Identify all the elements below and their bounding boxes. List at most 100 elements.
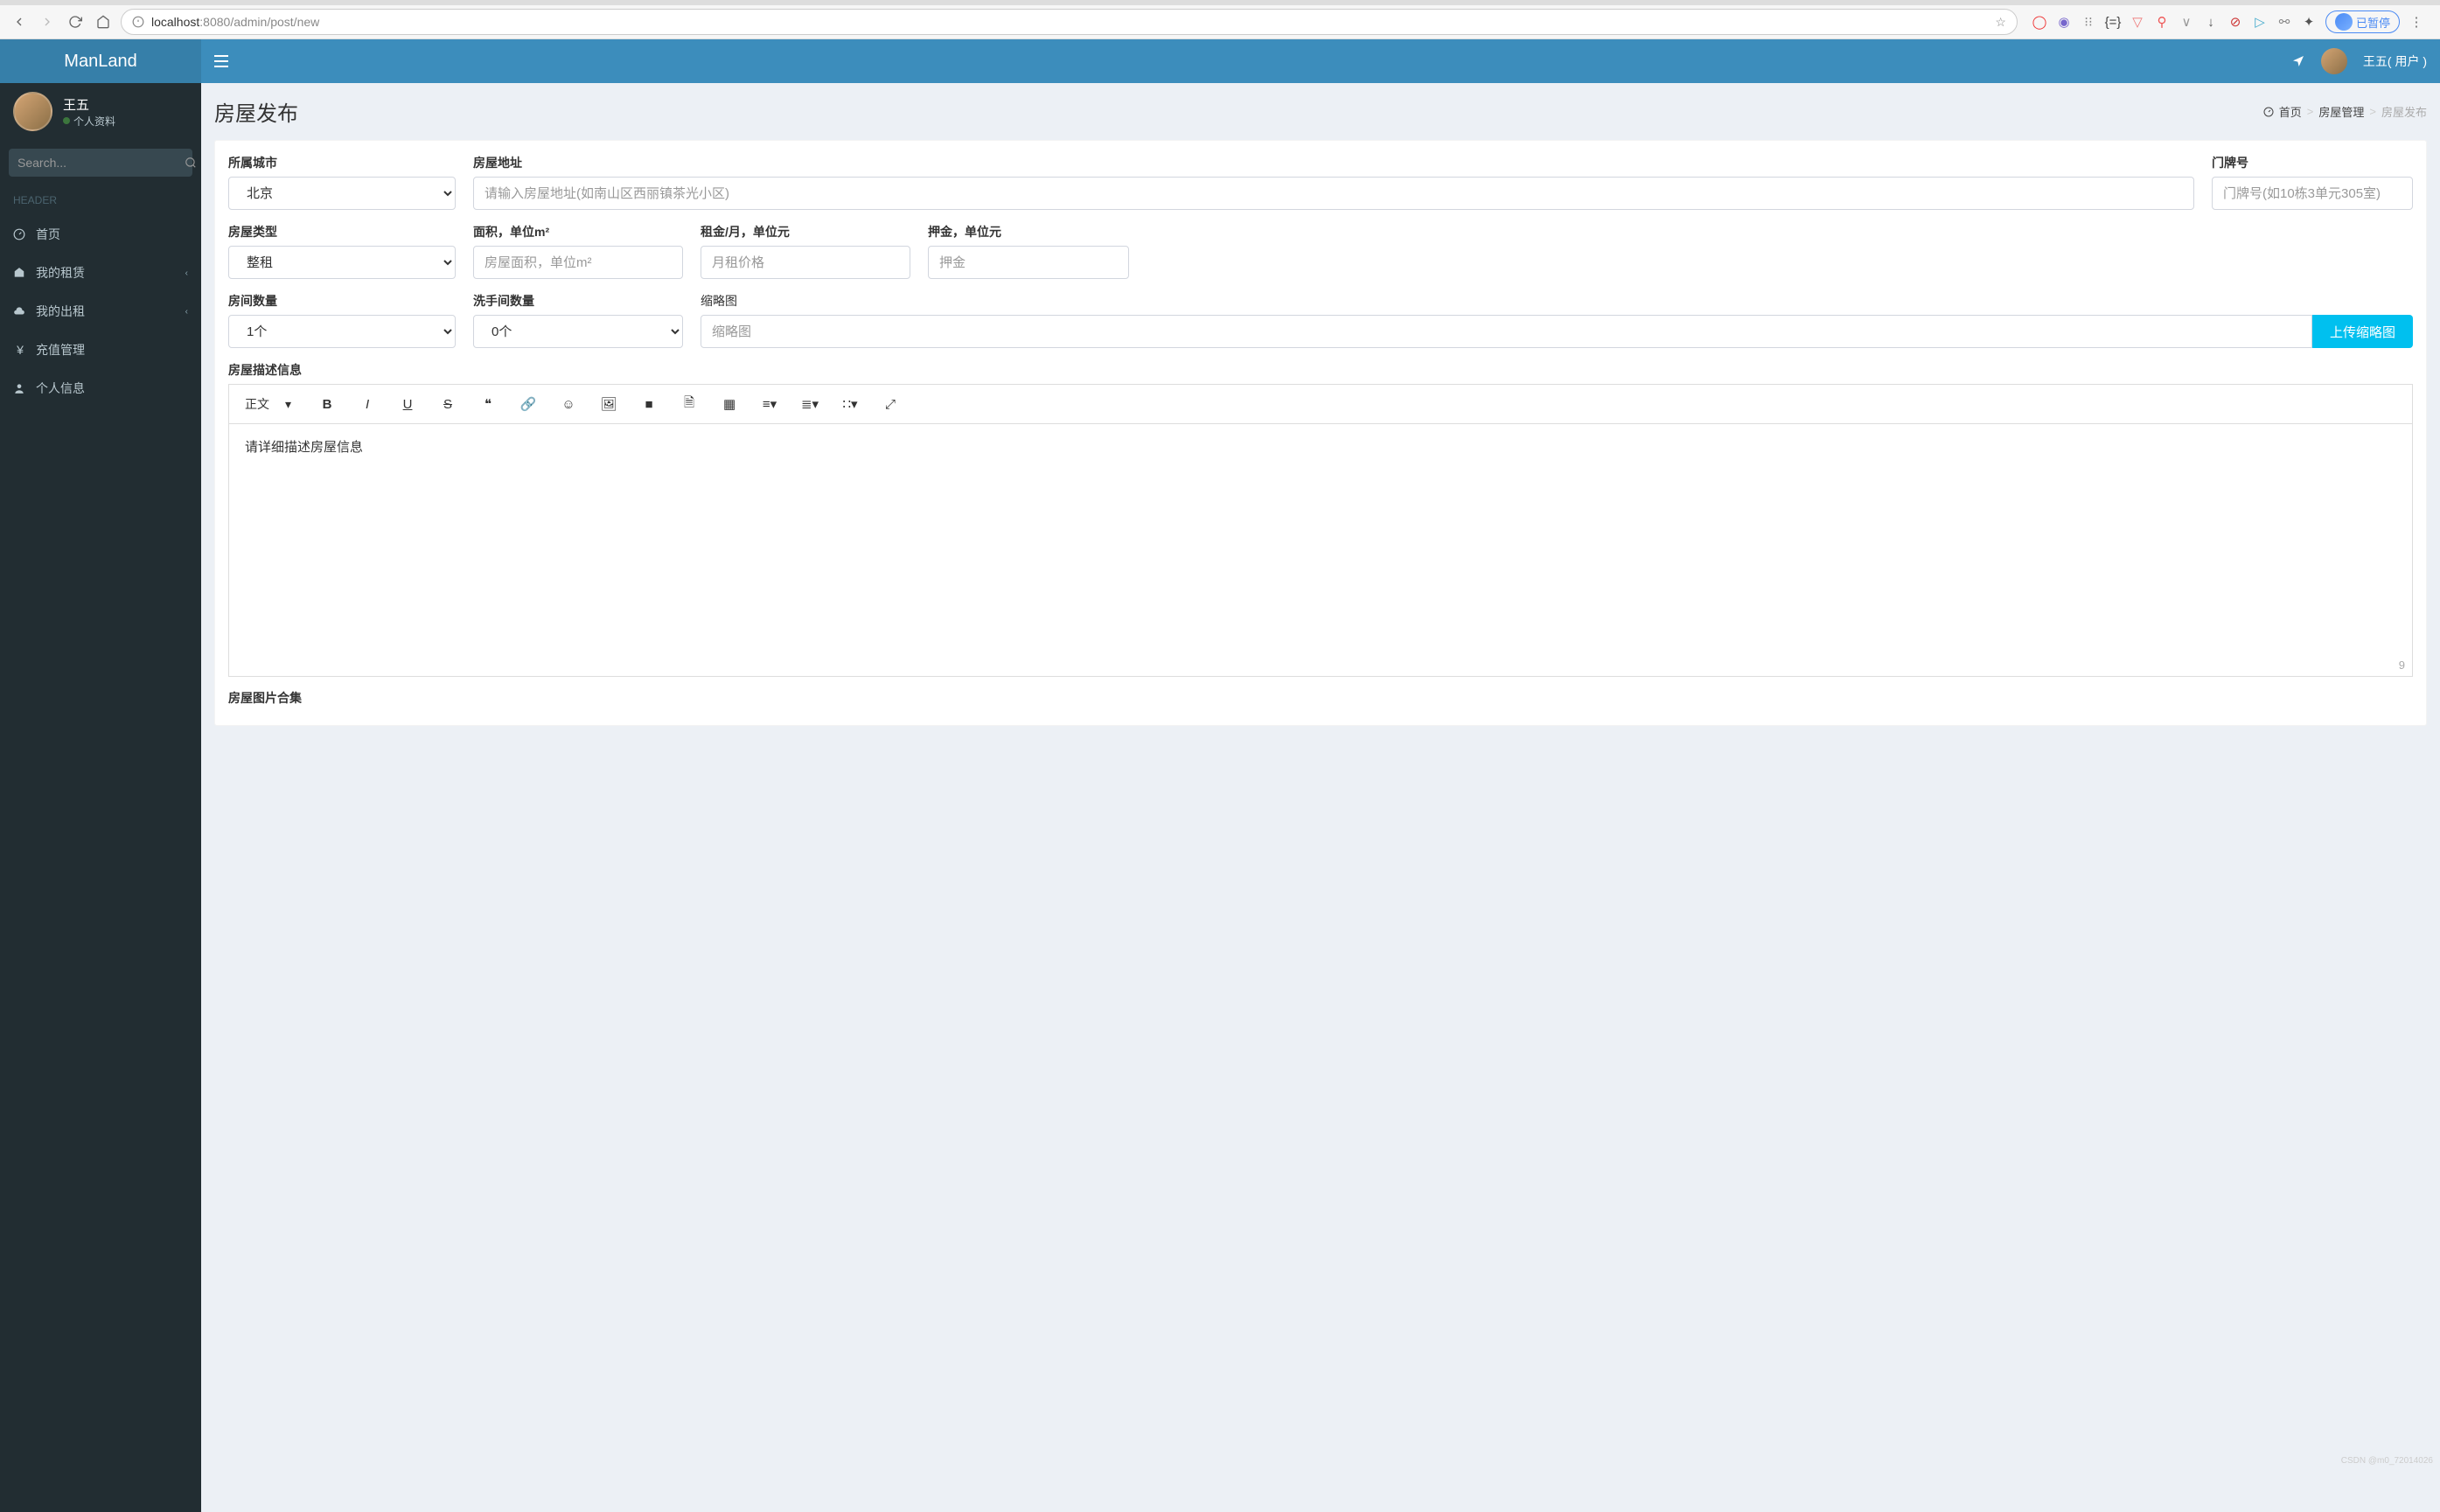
search-form	[9, 149, 192, 177]
ext-play-icon[interactable]: ▷	[2252, 14, 2268, 30]
ext-download-icon[interactable]: ↓	[2203, 14, 2219, 30]
input-rent[interactable]	[701, 246, 910, 279]
input-thumb[interactable]	[701, 315, 2312, 348]
breadcrumb: 首页 > 房屋管理 > 房屋发布	[2263, 103, 2427, 120]
sidebar-item-label: 个人信息	[36, 380, 85, 397]
home-button[interactable]	[93, 11, 114, 32]
back-button[interactable]	[9, 11, 30, 32]
table-icon[interactable]: ▦	[718, 393, 741, 415]
ext-link-icon[interactable]: ⚯	[2276, 14, 2292, 30]
ext-flash-icon[interactable]: ⊘	[2227, 14, 2243, 30]
user-icon	[13, 382, 27, 394]
select-city[interactable]: 北京	[228, 177, 456, 210]
breadcrumb-sep: >	[2369, 105, 2376, 118]
profile-avatar-icon	[2335, 13, 2353, 31]
sidebar-item-my-lease[interactable]: 我的出租 ‹	[0, 292, 201, 331]
link-icon[interactable]: 🔗	[517, 393, 540, 415]
italic-icon[interactable]: I	[356, 393, 379, 415]
video-icon[interactable]: ■	[638, 393, 660, 415]
form-box: 所属城市 北京 房屋地址 门牌号 房屋类型	[214, 140, 2427, 726]
header-avatar[interactable]	[2321, 48, 2347, 74]
ext-shield-icon[interactable]: ▽	[2130, 14, 2145, 30]
content-header: 房屋发布 首页 > 房屋管理 > 房屋发布	[201, 83, 2440, 127]
url-port: :8080	[199, 15, 230, 29]
label-city: 所属城市	[228, 154, 456, 171]
brand-text: ManLand	[64, 52, 136, 72]
content-wrapper: 房屋发布 首页 > 房屋管理 > 房屋发布 所属城市 北京 房屋	[201, 83, 2440, 1512]
breadcrumb-mid[interactable]: 房屋管理	[2318, 103, 2364, 120]
ext-dots-icon[interactable]: ⁝⁝	[2081, 14, 2096, 30]
sidebar-item-home[interactable]: 首页	[0, 215, 201, 254]
quote-icon[interactable]: ❝	[477, 393, 499, 415]
file-icon[interactable]: 🗎	[678, 393, 701, 415]
select-type[interactable]: 整租	[228, 246, 456, 279]
sidebar: 王五 个人资料 HEADER 首页 我的租赁 ‹	[0, 83, 201, 1512]
ext-v-icon[interactable]: ∨	[2179, 14, 2194, 30]
label-address: 房屋地址	[473, 154, 2194, 171]
logo[interactable]: ManLand	[0, 39, 201, 83]
sidebar-item-label: 首页	[36, 226, 60, 243]
status-dot-icon	[63, 117, 70, 124]
label-desc: 房屋描述信息	[228, 361, 2413, 379]
ext-puzzle-icon[interactable]: ✦	[2301, 14, 2317, 30]
watermark: CSDN @m0_72014026	[2341, 1456, 2433, 1466]
search-button[interactable]	[185, 149, 197, 177]
pause-label: 已暂停	[2356, 14, 2390, 31]
ext-braces-icon[interactable]: {=}	[2105, 14, 2121, 30]
input-door[interactable]	[2212, 177, 2413, 210]
address-bar[interactable]: localhost:8080/admin/post/new ☆	[121, 9, 2018, 35]
fullscreen-icon[interactable]: ⤢	[879, 393, 902, 415]
star-icon[interactable]: ☆	[1995, 15, 2006, 30]
ext-adblock-icon[interactable]: ◯	[2032, 14, 2047, 30]
user-status[interactable]: 个人资料	[63, 114, 115, 129]
style-select[interactable]: 正文 ▾	[238, 392, 298, 416]
sidebar-item-recharge[interactable]: ¥ 充值管理	[0, 331, 201, 369]
forward-button[interactable]	[37, 11, 58, 32]
ext-bug-icon[interactable]: ⚲	[2154, 14, 2170, 30]
list-bullet-icon[interactable]: ∷▾	[839, 393, 861, 415]
breadcrumb-home[interactable]: 首页	[2279, 103, 2302, 120]
dashboard-icon	[2263, 107, 2274, 117]
menu-icon[interactable]: ⋮	[2409, 14, 2424, 30]
field-city: 所属城市 北京	[228, 154, 456, 210]
bold-icon[interactable]: B	[316, 393, 338, 415]
url-path: /admin/post/new	[230, 15, 319, 29]
align-icon[interactable]: ≡▾	[758, 393, 781, 415]
extension-icons: ◯ ◉ ⁝⁝ {=} ▽ ⚲ ∨ ↓ ⊘ ▷ ⚯ ✦ 已暂停 ⋮	[2025, 10, 2431, 33]
browser-chrome: localhost:8080/admin/post/new ☆ ◯ ◉ ⁝⁝ {…	[0, 0, 2440, 39]
chevron-left-icon: ‹	[185, 268, 188, 278]
input-area[interactable]	[473, 246, 683, 279]
location-icon[interactable]	[2291, 54, 2305, 68]
emoji-icon[interactable]: ☺	[557, 393, 580, 415]
sidebar-item-my-rent[interactable]: 我的租赁 ‹	[0, 254, 201, 292]
reload-button[interactable]	[65, 11, 86, 32]
search-input[interactable]	[9, 149, 185, 177]
hamburger-icon[interactable]	[214, 55, 230, 67]
upload-thumb-button[interactable]: 上传缩略图	[2312, 315, 2413, 348]
pause-badge[interactable]: 已暂停	[2325, 10, 2400, 33]
sidebar-item-label: 充值管理	[36, 341, 85, 359]
label-rent: 租金/月，单位元	[701, 223, 910, 240]
chevron-down-icon: ▾	[285, 397, 291, 412]
image-icon[interactable]: 🖼	[597, 393, 620, 415]
input-deposit[interactable]	[928, 246, 1129, 279]
underline-icon[interactable]: U	[396, 393, 419, 415]
yen-icon: ¥	[13, 343, 27, 357]
header-user-label[interactable]: 王五( 用户 )	[2363, 52, 2427, 70]
editor-body[interactable]: 请详细描述房屋信息 9	[228, 423, 2413, 677]
chevron-left-icon: ‹	[185, 307, 188, 317]
select-baths[interactable]: 0个	[473, 315, 683, 348]
label-baths: 洗手间数量	[473, 292, 683, 310]
strike-icon[interactable]: S	[436, 393, 459, 415]
ext-purple-icon[interactable]: ◉	[2056, 14, 2072, 30]
field-address: 房屋地址	[473, 154, 2194, 210]
user-avatar[interactable]	[13, 92, 52, 131]
sidebar-item-profile[interactable]: 个人信息	[0, 369, 201, 408]
list-ordered-icon[interactable]: ≣▾	[798, 393, 821, 415]
browser-toolbar: localhost:8080/admin/post/new ☆ ◯ ◉ ⁝⁝ {…	[0, 5, 2440, 38]
label-deposit: 押金，单位元	[928, 223, 1129, 240]
home-icon	[13, 267, 27, 279]
select-rooms[interactable]: 1个	[228, 315, 456, 348]
header-bar: 王五( 用户 )	[201, 39, 2440, 83]
input-address[interactable]	[473, 177, 2194, 210]
